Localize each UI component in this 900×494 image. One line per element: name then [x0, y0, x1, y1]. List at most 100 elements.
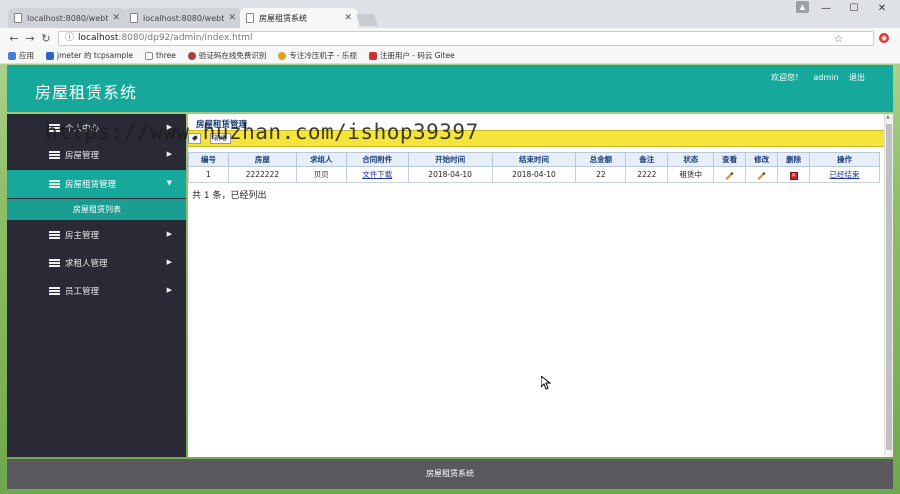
profile-icon[interactable]: ▲ — [796, 1, 809, 13]
close-icon[interactable]: ✕ — [228, 13, 236, 23]
column-header: 操作 — [809, 152, 880, 167]
url-path: :8080/dp92/admin/index.html — [118, 33, 253, 43]
gitee-icon — [368, 51, 377, 60]
bookmark-star-icon[interactable]: ☆ — [834, 33, 843, 46]
username-link[interactable]: admin — [813, 73, 838, 82]
cell-contract: 文件下载 — [345, 166, 409, 183]
vertical-scrollbar[interactable]: ▲ — [884, 114, 893, 457]
bookmark-item[interactable]: three — [145, 51, 176, 60]
sidebar-item-rental-management[interactable]: 房屋租赁管理 ▼ — [7, 170, 186, 198]
cell-start: 2018-04-10 — [407, 166, 493, 183]
tab-title: 房屋租赁系统 — [259, 13, 307, 23]
browser-tab-1[interactable]: localhost:8080/webtot ✕ — [8, 8, 126, 28]
sidebar-item-landlord-management[interactable]: 房主管理 ▶ — [7, 221, 186, 249]
column-header: 编号 — [188, 152, 229, 167]
record-summary: 共 1 条，已经列出 — [192, 191, 267, 201]
welcome-text: 欢迎您！ — [770, 73, 803, 82]
stack-icon — [49, 151, 60, 159]
cell-id: 1 — [188, 166, 229, 183]
sidebar-item-house-management[interactable]: 房屋管理 ▶ — [7, 141, 186, 169]
page-icon — [246, 13, 254, 23]
column-header: 结束时间 — [491, 152, 577, 167]
sidebar-item-label: 求租人管理 — [65, 259, 108, 269]
scroll-up-icon[interactable]: ▲ — [886, 114, 890, 120]
shield-icon — [46, 51, 54, 60]
table-header-row: 编号 房屋 求组人 合同附件 开始时间 结束时间 总金额 备注 状态 查看 修改… — [188, 152, 880, 167]
watermark-text: https://www.huzhan.com/ishop39397 — [45, 120, 479, 144]
scrollbar-thumb[interactable] — [886, 124, 892, 450]
sidebar-item-label: 房屋租赁管理 — [65, 180, 117, 190]
new-tab-button[interactable] — [355, 14, 379, 26]
bookmark-item[interactable]: 验证码在线免费识别 — [187, 50, 267, 61]
column-header: 查看 — [713, 152, 747, 167]
browser-tab-bar: localhost:8080/webtot ✕ localhost:8080/w… — [0, 0, 900, 28]
column-header: 求组人 — [295, 152, 347, 167]
close-icon[interactable]: ✕ — [112, 13, 120, 23]
browser-toolbar: ← → ↻ ⓘ localhost:8080/dp92/admin/index.h… — [0, 28, 900, 48]
sidebar-item-label: 房屋管理 — [65, 151, 100, 161]
extension-icon[interactable]: ◉ — [879, 33, 889, 43]
stack-icon — [49, 231, 60, 239]
bookmark-item[interactable]: 专注冷压机子 - 乐视 — [278, 50, 357, 61]
sidebar-item-tenant-management[interactable]: 求租人管理 ▶ — [7, 249, 186, 277]
maximize-icon[interactable]: ☐ — [846, 3, 862, 14]
user-links: 欢迎您！ admin 退出 — [763, 72, 865, 83]
url-host: localhost — [78, 33, 119, 43]
column-header: 修改 — [745, 152, 779, 167]
tab-title: localhost:8080/webtot — [143, 13, 225, 23]
edit-pencil-icon[interactable] — [757, 172, 766, 180]
delete-icon[interactable]: ✕ — [789, 171, 798, 180]
view-pencil-icon[interactable] — [725, 172, 734, 180]
forward-icon[interactable]: → — [22, 32, 38, 45]
bookmark-label: 专注冷压机子 - 乐视 — [289, 51, 357, 60]
page-icon — [14, 13, 22, 23]
minimize-icon[interactable]: — — [818, 3, 834, 14]
site-icon — [187, 51, 196, 60]
app-header: 房屋租赁系统 欢迎您！ admin 退出 — [7, 65, 893, 112]
chevron-down-icon: ▼ — [166, 179, 172, 187]
chevron-right-icon: ▶ — [166, 286, 172, 294]
reload-icon[interactable]: ↻ — [38, 32, 54, 45]
browser-tab-2[interactable]: localhost:8080/webtot ✕ — [124, 8, 242, 28]
cell-tenant: 贝贝 — [295, 166, 347, 183]
sidebar-item-label: 房主管理 — [65, 231, 100, 241]
cell-view — [713, 166, 747, 183]
sidebar-subitem-rental-list[interactable]: 房屋租赁列表 — [7, 199, 186, 220]
browser-tab-3[interactable]: 房屋租赁系统 ✕ — [240, 8, 358, 28]
column-header: 开始时间 — [407, 152, 493, 167]
apps-grid-icon — [8, 51, 16, 60]
info-icon: ⓘ — [65, 33, 75, 43]
bookmark-label: jmeter 的 tcpsample — [57, 51, 134, 60]
back-icon[interactable]: ← — [6, 32, 22, 45]
bookmark-label: 验证码在线免费识别 — [198, 51, 267, 60]
bookmarks-bar: 应用 jmeter 的 tcpsample three 验证码在线免费识别 专注… — [0, 48, 900, 64]
window-close-icon[interactable]: ✕ — [874, 3, 890, 14]
bookmark-item[interactable]: jmeter 的 tcpsample — [46, 50, 133, 61]
column-header: 总金额 — [575, 152, 627, 167]
bookmark-label: 应用 — [19, 51, 34, 60]
bookmark-apps[interactable]: 应用 — [8, 50, 34, 61]
contract-download-link[interactable]: 文件下载 — [362, 170, 392, 179]
bookmark-label: 注册用户 - 码云 Gitee — [379, 51, 455, 60]
cell-status: 租赁中 — [667, 166, 715, 183]
page-icon — [145, 51, 154, 60]
end-lease-link[interactable]: 已经结束 — [830, 170, 860, 179]
rental-table: 编号 房屋 求组人 合同附件 开始时间 结束时间 总金额 备注 状态 查看 修改… — [188, 152, 880, 183]
stack-icon — [49, 180, 60, 188]
chevron-right-icon: ▶ — [166, 150, 172, 158]
close-icon[interactable]: ✕ — [344, 13, 352, 23]
address-bar[interactable]: ⓘ localhost:8080/dp92/admin/index.html ☆ — [58, 31, 874, 46]
app-title: 房屋租赁系统 — [35, 83, 138, 102]
cell-amount: 22 — [575, 166, 627, 183]
sidebar-item-staff-management[interactable]: 员工管理 ▶ — [7, 277, 186, 305]
cell-house: 2222222 — [227, 166, 297, 183]
chevron-right-icon: ▶ — [166, 258, 172, 266]
cell-note: 2222 — [625, 166, 669, 183]
column-header: 删除 — [777, 152, 811, 167]
logout-link[interactable]: 退出 — [849, 73, 865, 82]
bookmark-item[interactable]: 注册用户 - 码云 Gitee — [368, 50, 455, 61]
column-header: 房屋 — [227, 152, 297, 167]
chevron-right-icon: ▶ — [166, 230, 172, 238]
cell-action: 已经结束 — [809, 166, 880, 183]
bookmark-label: three — [156, 51, 176, 60]
